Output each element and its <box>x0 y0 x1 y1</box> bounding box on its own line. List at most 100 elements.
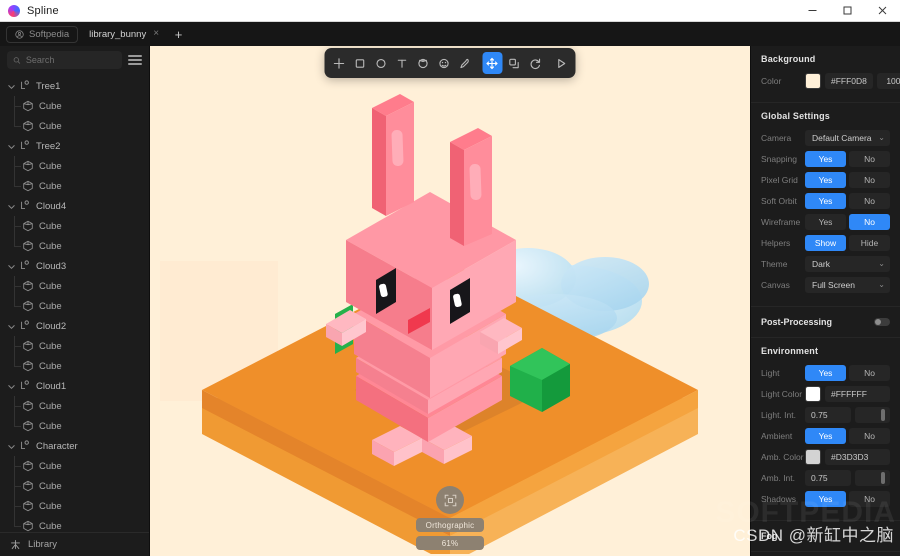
app-title: Spline <box>27 4 59 17</box>
search-input[interactable] <box>25 55 116 65</box>
tree-item-row[interactable]: Cube <box>0 116 149 136</box>
soft-orbit-yes-button[interactable]: Yes <box>805 192 846 209</box>
scale-tool-icon[interactable] <box>505 52 523 74</box>
cube-icon <box>22 220 34 232</box>
pen-icon[interactable] <box>456 52 474 74</box>
rectangle-icon[interactable] <box>351 52 369 74</box>
ambient-no-button[interactable]: No <box>849 427 890 444</box>
shadows-no-button[interactable]: No <box>849 490 890 507</box>
chevron-down-icon[interactable] <box>6 441 17 452</box>
chevron-down-icon[interactable] <box>6 81 17 92</box>
helpers-yes-button[interactable]: Show <box>805 234 846 251</box>
chevron-down-icon[interactable] <box>6 261 17 272</box>
ambient-intensity-slider[interactable] <box>855 469 890 486</box>
close-icon[interactable] <box>865 0 900 22</box>
tab-library-bunny[interactable]: library_bunny × <box>82 26 166 43</box>
light-segmented: Yes No <box>805 364 890 381</box>
frame-selection-icon[interactable] <box>436 486 464 514</box>
camera-select[interactable]: Default Camera ⌄ <box>805 129 890 146</box>
projection-mode-button[interactable]: Orthographic <box>416 518 484 532</box>
tree-item-row[interactable]: Cube <box>0 96 149 116</box>
new-tab-button[interactable]: + <box>170 26 187 43</box>
tree-group-row[interactable]: Cloud1 <box>0 376 149 396</box>
light-color-swatch[interactable] <box>805 385 821 402</box>
tree-item-row[interactable]: Cube <box>0 296 149 316</box>
library-icon <box>11 540 20 550</box>
tree-item-row[interactable]: Cube <box>0 416 149 436</box>
light-no-button[interactable]: No <box>849 364 890 381</box>
zoom-level-button[interactable]: 61% <box>416 536 484 550</box>
text-icon[interactable] <box>393 52 411 74</box>
background-opacity[interactable]: 100 <box>876 72 900 89</box>
light-yes-button[interactable]: Yes <box>805 364 846 381</box>
light-intensity-value[interactable]: 0.75 <box>805 406 851 423</box>
soft-orbit-no-button[interactable]: No <box>849 192 890 209</box>
fog-section[interactable]: Fog › <box>751 521 900 552</box>
tree-item-row[interactable]: Cube <box>0 216 149 236</box>
tree-item-row[interactable]: Cube <box>0 456 149 476</box>
tree-item-row[interactable]: Cube <box>0 156 149 176</box>
tree-group-row[interactable]: Tree2 <box>0 136 149 156</box>
account-chip[interactable]: Softpedia <box>6 25 79 43</box>
tree-item-row[interactable]: Cube <box>0 336 149 356</box>
move-tool-icon[interactable] <box>482 52 502 74</box>
tree-item-row[interactable]: Cube <box>0 476 149 496</box>
tree-group-row[interactable]: Character <box>0 436 149 456</box>
chevron-down-icon[interactable] <box>6 201 17 212</box>
post-processing-toggle[interactable] <box>874 318 890 326</box>
play-icon[interactable] <box>552 52 570 74</box>
tree-item-row[interactable]: Cube <box>0 236 149 256</box>
add-icon[interactable] <box>330 52 348 74</box>
snapping-yes-button[interactable]: Yes <box>805 150 846 167</box>
pixel-grid-yes-button[interactable]: Yes <box>805 171 846 188</box>
tree-item-row[interactable]: Cube <box>0 496 149 516</box>
snapping-no-button[interactable]: No <box>849 150 890 167</box>
theme-select[interactable]: Dark ⌄ <box>805 255 890 272</box>
chevron-down-icon[interactable] <box>6 141 17 152</box>
background-color-swatch[interactable] <box>805 72 821 89</box>
wireframe-yes-button[interactable]: Yes <box>805 213 846 230</box>
shadows-yes-button[interactable]: Yes <box>805 490 846 507</box>
helpers-segmented: Show Hide <box>805 234 890 251</box>
tree-group-label: Character <box>36 440 78 452</box>
wireframe-no-button[interactable]: No <box>849 213 890 230</box>
light-color-hex[interactable]: #FFFFFF <box>825 385 890 402</box>
tree-group-row[interactable]: Cloud4 <box>0 196 149 216</box>
tree-group-label: Cloud3 <box>36 260 67 272</box>
background-color-hex[interactable]: #FFF0D8 <box>825 72 873 89</box>
tree-item-row[interactable]: Cube <box>0 396 149 416</box>
material-icon[interactable] <box>435 52 453 74</box>
tree-group-row[interactable]: Cloud2 <box>0 316 149 336</box>
ambient-color-hex[interactable]: #D3D3D3 <box>825 448 890 465</box>
ellipse-icon[interactable] <box>372 52 390 74</box>
post-processing-section[interactable]: Post-Processing <box>751 307 900 338</box>
tree-group-row[interactable]: Tree1 <box>0 76 149 96</box>
chevron-down-icon[interactable] <box>6 321 17 332</box>
hamburger-icon[interactable] <box>128 53 142 66</box>
pixel-grid-no-button[interactable]: No <box>849 171 890 188</box>
ambient-intensity-value[interactable]: 0.75 <box>805 469 851 486</box>
library-button[interactable]: Library <box>0 532 149 556</box>
tree-guide-tick <box>14 106 21 107</box>
slider-thumb[interactable] <box>881 471 885 484</box>
rotate-tool-icon[interactable] <box>526 52 544 74</box>
minimize-icon[interactable] <box>795 0 830 22</box>
ambient-yes-button[interactable]: Yes <box>805 427 846 444</box>
tree-item-row[interactable]: Cube <box>0 356 149 376</box>
tree-group-label: Tree2 <box>36 140 61 152</box>
tree-item-row[interactable]: Cube <box>0 516 149 532</box>
helpers-no-button[interactable]: Hide <box>849 234 890 251</box>
tree-item-row[interactable]: Cube <box>0 276 149 296</box>
viewport-canvas[interactable]: Orthographic 61% <box>150 46 750 556</box>
shape-3d-icon[interactable] <box>414 52 432 74</box>
light-intensity-slider[interactable] <box>855 406 890 423</box>
maximize-icon[interactable] <box>830 0 865 22</box>
tree-item-row[interactable]: Cube <box>0 176 149 196</box>
tab-close-icon[interactable]: × <box>153 29 159 39</box>
tree-group-row[interactable]: Cloud3 <box>0 256 149 276</box>
ambient-color-swatch[interactable] <box>805 448 821 465</box>
search-box[interactable] <box>7 51 122 69</box>
canvas-select[interactable]: Full Screen ⌄ <box>805 276 890 293</box>
slider-thumb[interactable] <box>881 408 885 421</box>
chevron-down-icon[interactable] <box>6 381 17 392</box>
